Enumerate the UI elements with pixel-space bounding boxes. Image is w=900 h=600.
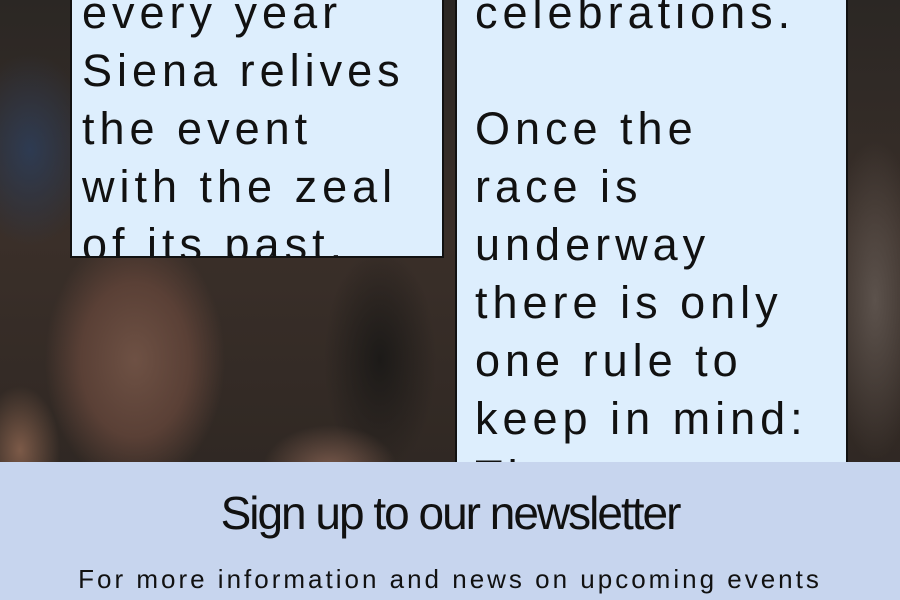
- story-paragraph: celebrations.: [475, 0, 796, 38]
- story-paragraph: every year Siena relives the event with …: [82, 0, 405, 258]
- story-text-panel-left: every year Siena relives the event with …: [70, 0, 444, 258]
- story-text-panel-right: celebrations. Once the race is underway …: [455, 0, 848, 490]
- newsletter-section: Sign up to our newsletter For more infor…: [0, 462, 900, 600]
- newsletter-title: Sign up to our newsletter: [220, 487, 682, 539]
- story-paragraph: Once the race is underway there is only …: [475, 103, 808, 488]
- newsletter-description: For more information and news on upcomin…: [78, 564, 822, 594]
